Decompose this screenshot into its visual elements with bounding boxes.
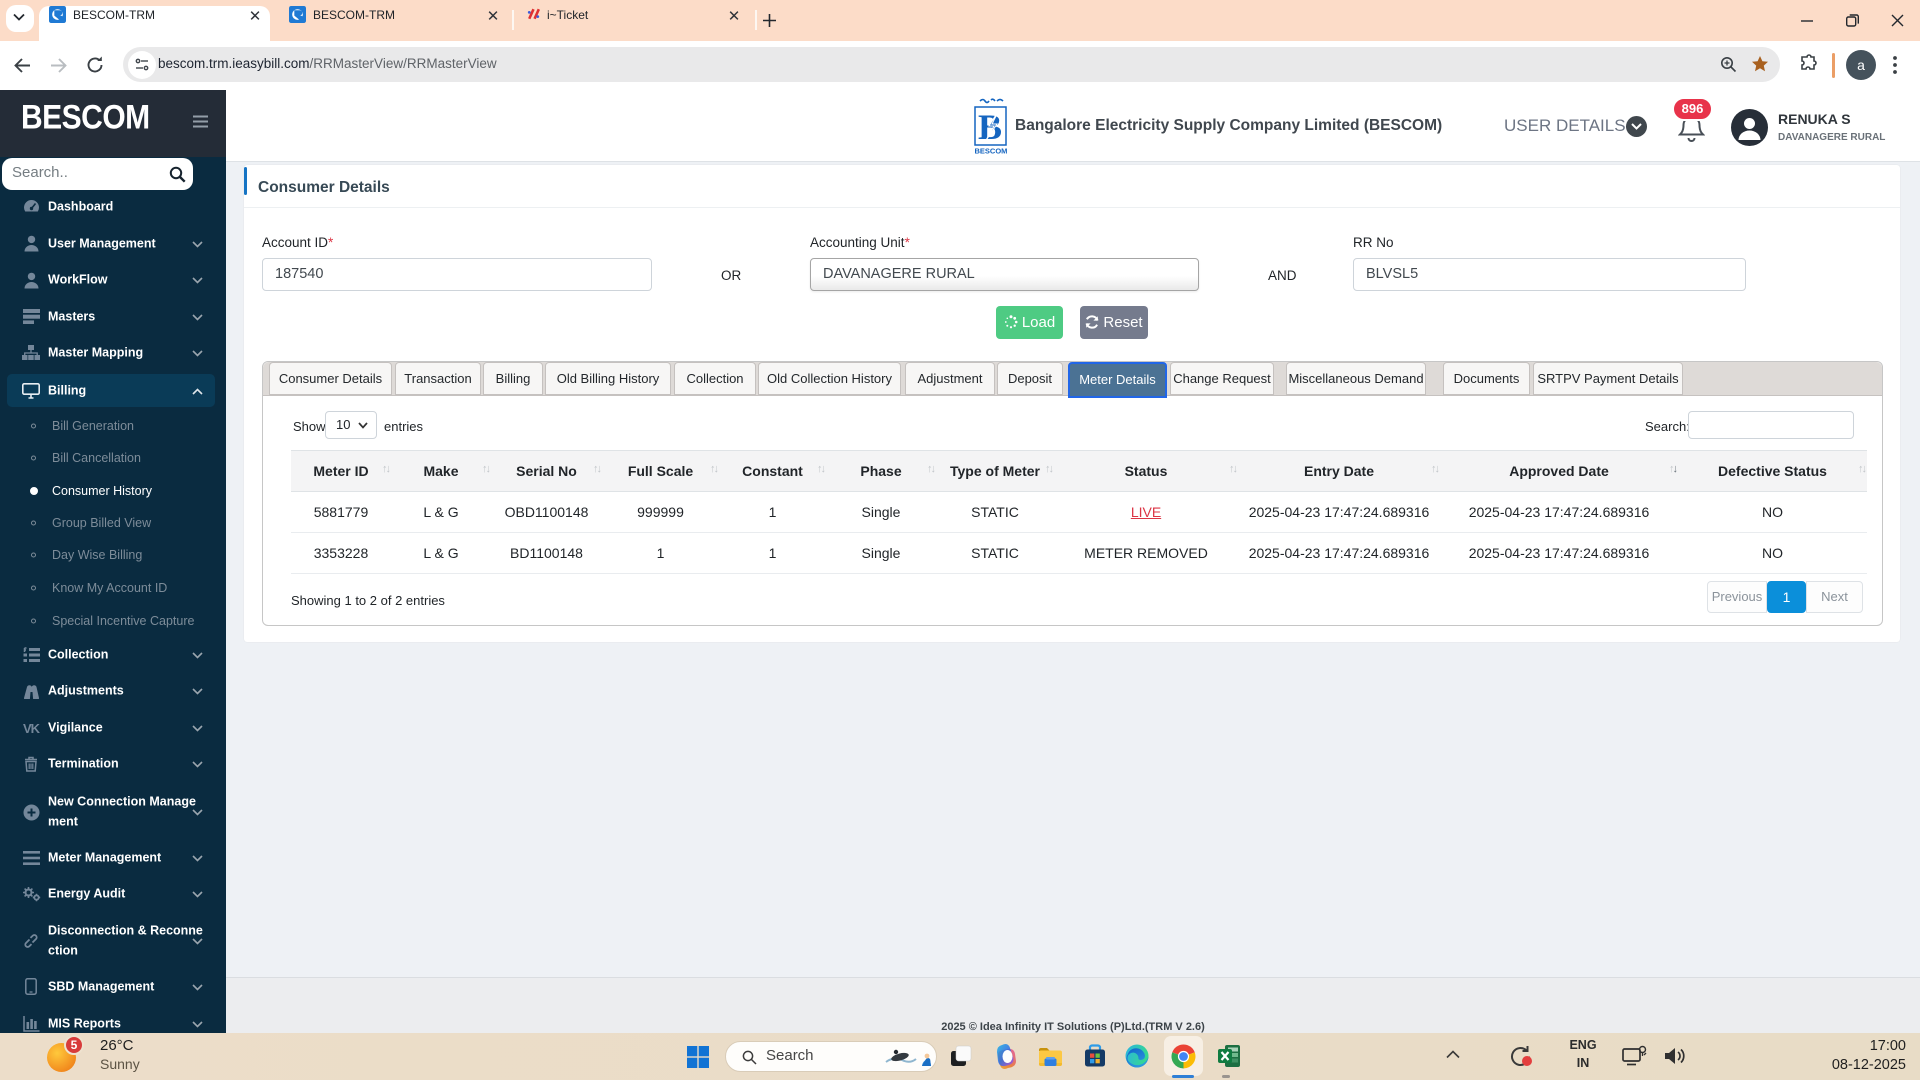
svg-text:B: B: [978, 107, 1002, 147]
svg-text:BESCOM: BESCOM: [975, 147, 1008, 156]
